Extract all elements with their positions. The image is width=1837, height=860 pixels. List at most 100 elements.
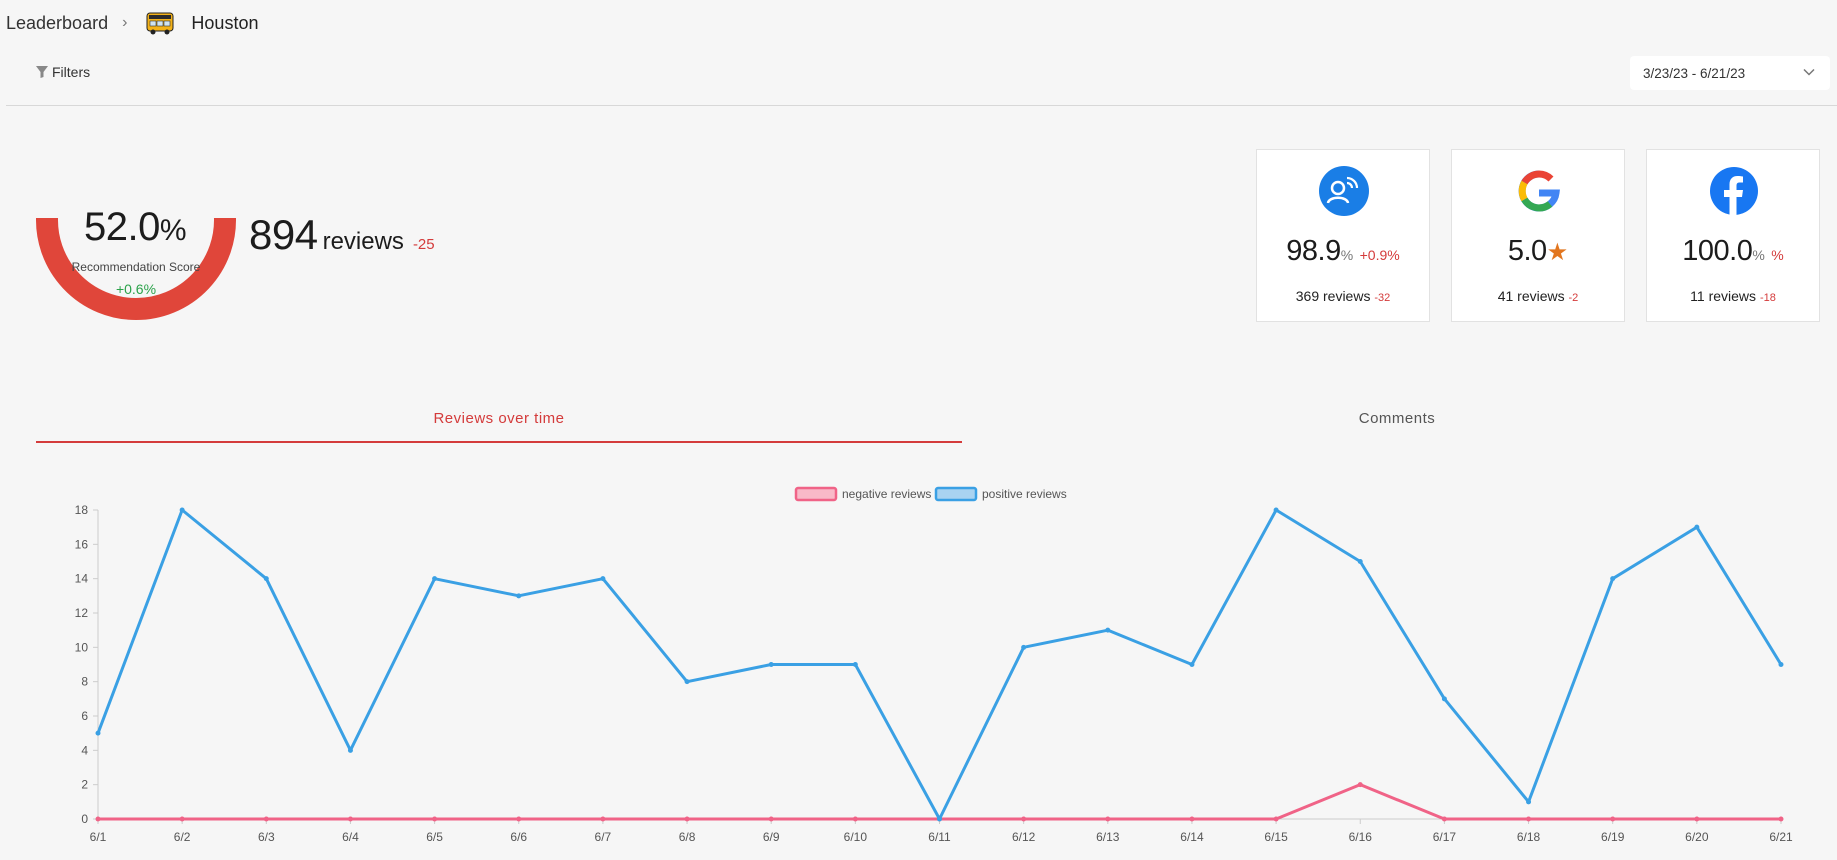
data-point [852, 662, 858, 667]
chevron-down-icon [1803, 68, 1815, 76]
data-point [432, 576, 438, 582]
data-point [1441, 696, 1447, 702]
chevron-right-icon: › [122, 14, 128, 31]
data-point [1189, 662, 1195, 667]
recommendation-score: 52.0% [84, 205, 187, 250]
series-line-positive [96, 508, 1783, 821]
podium-metric: 98.9% +0.9% [1257, 235, 1429, 268]
tab-comments[interactable]: Comments [962, 410, 1832, 427]
data-point [937, 816, 942, 822]
reviews-total: 894 reviews -25 [249, 211, 435, 259]
facebook-reviews: 11 reviews -18 [1647, 288, 1819, 304]
data-point [600, 576, 606, 582]
y-tick-label: 12 [75, 606, 89, 620]
y-tick-label: 2 [81, 778, 88, 792]
data-point [1189, 816, 1195, 822]
score-label: Recommendation Score [71, 260, 201, 274]
x-tick-label: 6/19 [1601, 830, 1625, 844]
podium-review-change: -32 [1374, 292, 1391, 304]
y-tick-label: 4 [81, 743, 88, 757]
x-tick-label: 6/9 [763, 830, 780, 844]
data-point [263, 816, 269, 822]
data-point [1105, 816, 1111, 822]
y-tick-label: 10 [75, 640, 89, 654]
data-point [1357, 782, 1363, 788]
google-icon [1518, 170, 1560, 212]
facebook-review-change: -18 [1759, 292, 1776, 304]
source-card-podium[interactable]: 98.9% +0.9% 369 reviews -32 [1256, 149, 1430, 322]
x-tick-label: 6/15 [1264, 830, 1288, 844]
facebook-review-count: 11 reviews [1690, 288, 1757, 304]
x-tick-label: 6/16 [1349, 830, 1373, 844]
podium-unit: % [1340, 247, 1354, 263]
breadcrumb: Leaderboard › Houston [6, 10, 258, 36]
data-point [179, 507, 185, 513]
facebook-icon [1710, 167, 1758, 216]
data-point [852, 816, 858, 822]
podium-review-count: 369 reviews [1295, 288, 1371, 304]
reviews-change: -25 [412, 236, 435, 253]
x-tick-label: 6/12 [1012, 830, 1036, 844]
filters-button[interactable]: Filters [36, 64, 90, 80]
data-point [684, 679, 690, 685]
breadcrumb-leaderboard-link[interactable]: Leaderboard [6, 13, 108, 34]
source-card-facebook[interactable]: 100.0% % 11 reviews -18 [1646, 149, 1820, 322]
data-point [347, 747, 353, 753]
school-bus-logo-icon [146, 12, 174, 35]
data-point [768, 662, 774, 667]
data-point [1021, 644, 1027, 650]
data-point [179, 816, 185, 822]
x-tick-label: 6/2 [174, 830, 191, 844]
filters-label: Filters [52, 64, 91, 80]
data-point [1273, 816, 1279, 822]
legend-swatch [794, 486, 838, 502]
podium-reviews: 369 reviews -32 [1257, 288, 1429, 304]
google-rating: 5.0 [1507, 235, 1547, 267]
tab-reviews-over-time[interactable]: Reviews over time [36, 410, 962, 427]
data-point [1273, 507, 1279, 513]
data-point [1021, 816, 1027, 822]
google-review-count: 41 reviews [1497, 288, 1565, 304]
filter-icon [36, 66, 48, 78]
score-change: +0.6% [115, 281, 157, 297]
data-point [1526, 799, 1532, 805]
reviews-line-chart: negative reviews positive reviews 0 2 4 6 8 10… [75, 486, 1793, 844]
source-card-google[interactable]: 5.0★ 41 reviews -2 [1451, 149, 1625, 322]
data-point [1105, 627, 1111, 633]
chart-legend: negative reviews positive reviews [794, 486, 1067, 502]
x-tick-label: 6/18 [1517, 830, 1541, 844]
data-point [684, 816, 690, 822]
score-unit: % [159, 214, 187, 247]
x-tick-label: 6/11 [928, 830, 951, 844]
facebook-metric: 100.0% % [1647, 235, 1819, 268]
reviews-count: 894 [249, 211, 318, 258]
x-tick-label: 6/7 [595, 830, 612, 844]
x-tick-label: 6/14 [1180, 830, 1204, 844]
data-point [1441, 816, 1447, 822]
active-tab-indicator [36, 441, 962, 443]
x-tick-label: 6/4 [342, 830, 359, 844]
x-tick-label: 6/13 [1096, 830, 1120, 844]
x-tick-label: 6/17 [1433, 830, 1457, 844]
facebook-score: 100.0 [1682, 235, 1753, 267]
x-tick-label: 6/1 [90, 830, 107, 844]
data-point [768, 816, 774, 822]
x-tick-label: 6/3 [258, 830, 275, 844]
data-point [600, 816, 606, 822]
facebook-change: % [1771, 247, 1784, 263]
toolbar-divider [6, 105, 1837, 106]
data-point [1778, 662, 1784, 667]
google-reviews: 41 reviews -2 [1452, 288, 1624, 304]
x-tick-label: 6/21 [1769, 830, 1793, 844]
data-point [347, 816, 353, 822]
data-point [432, 816, 438, 822]
data-point [1357, 559, 1363, 564]
data-point [516, 593, 522, 599]
y-tick-label: 14 [75, 572, 89, 586]
facebook-unit: % [1752, 247, 1765, 263]
data-point [263, 576, 269, 582]
date-range-select[interactable]: 3/23/23 - 6/21/23 [1630, 56, 1830, 90]
data-point [516, 816, 522, 822]
breadcrumb-current: Houston [191, 12, 259, 33]
data-point [1694, 816, 1700, 822]
